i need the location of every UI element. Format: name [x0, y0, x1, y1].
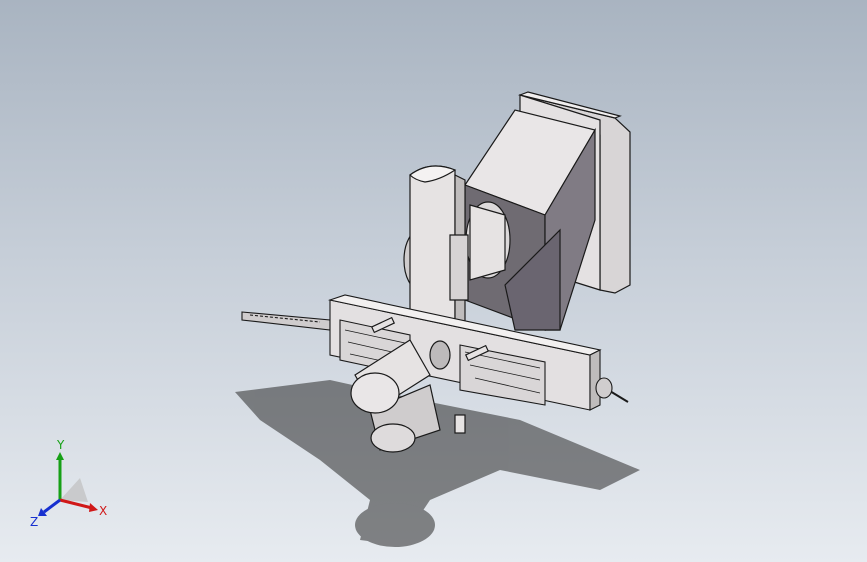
triad-plane: [60, 478, 88, 502]
x-axis-label: X: [99, 504, 107, 518]
z-axis-icon: [43, 498, 61, 514]
orientation-triad[interactable]: Y X Z: [30, 440, 120, 530]
x-arrow-icon: [89, 503, 98, 512]
graphics-viewport[interactable]: Y X Z: [0, 0, 867, 562]
z-axis-label: Z: [30, 515, 38, 529]
3d-model-view[interactable]: [0, 0, 867, 562]
y-axis-label: Y: [56, 440, 65, 452]
y-arrow-icon: [56, 452, 64, 460]
